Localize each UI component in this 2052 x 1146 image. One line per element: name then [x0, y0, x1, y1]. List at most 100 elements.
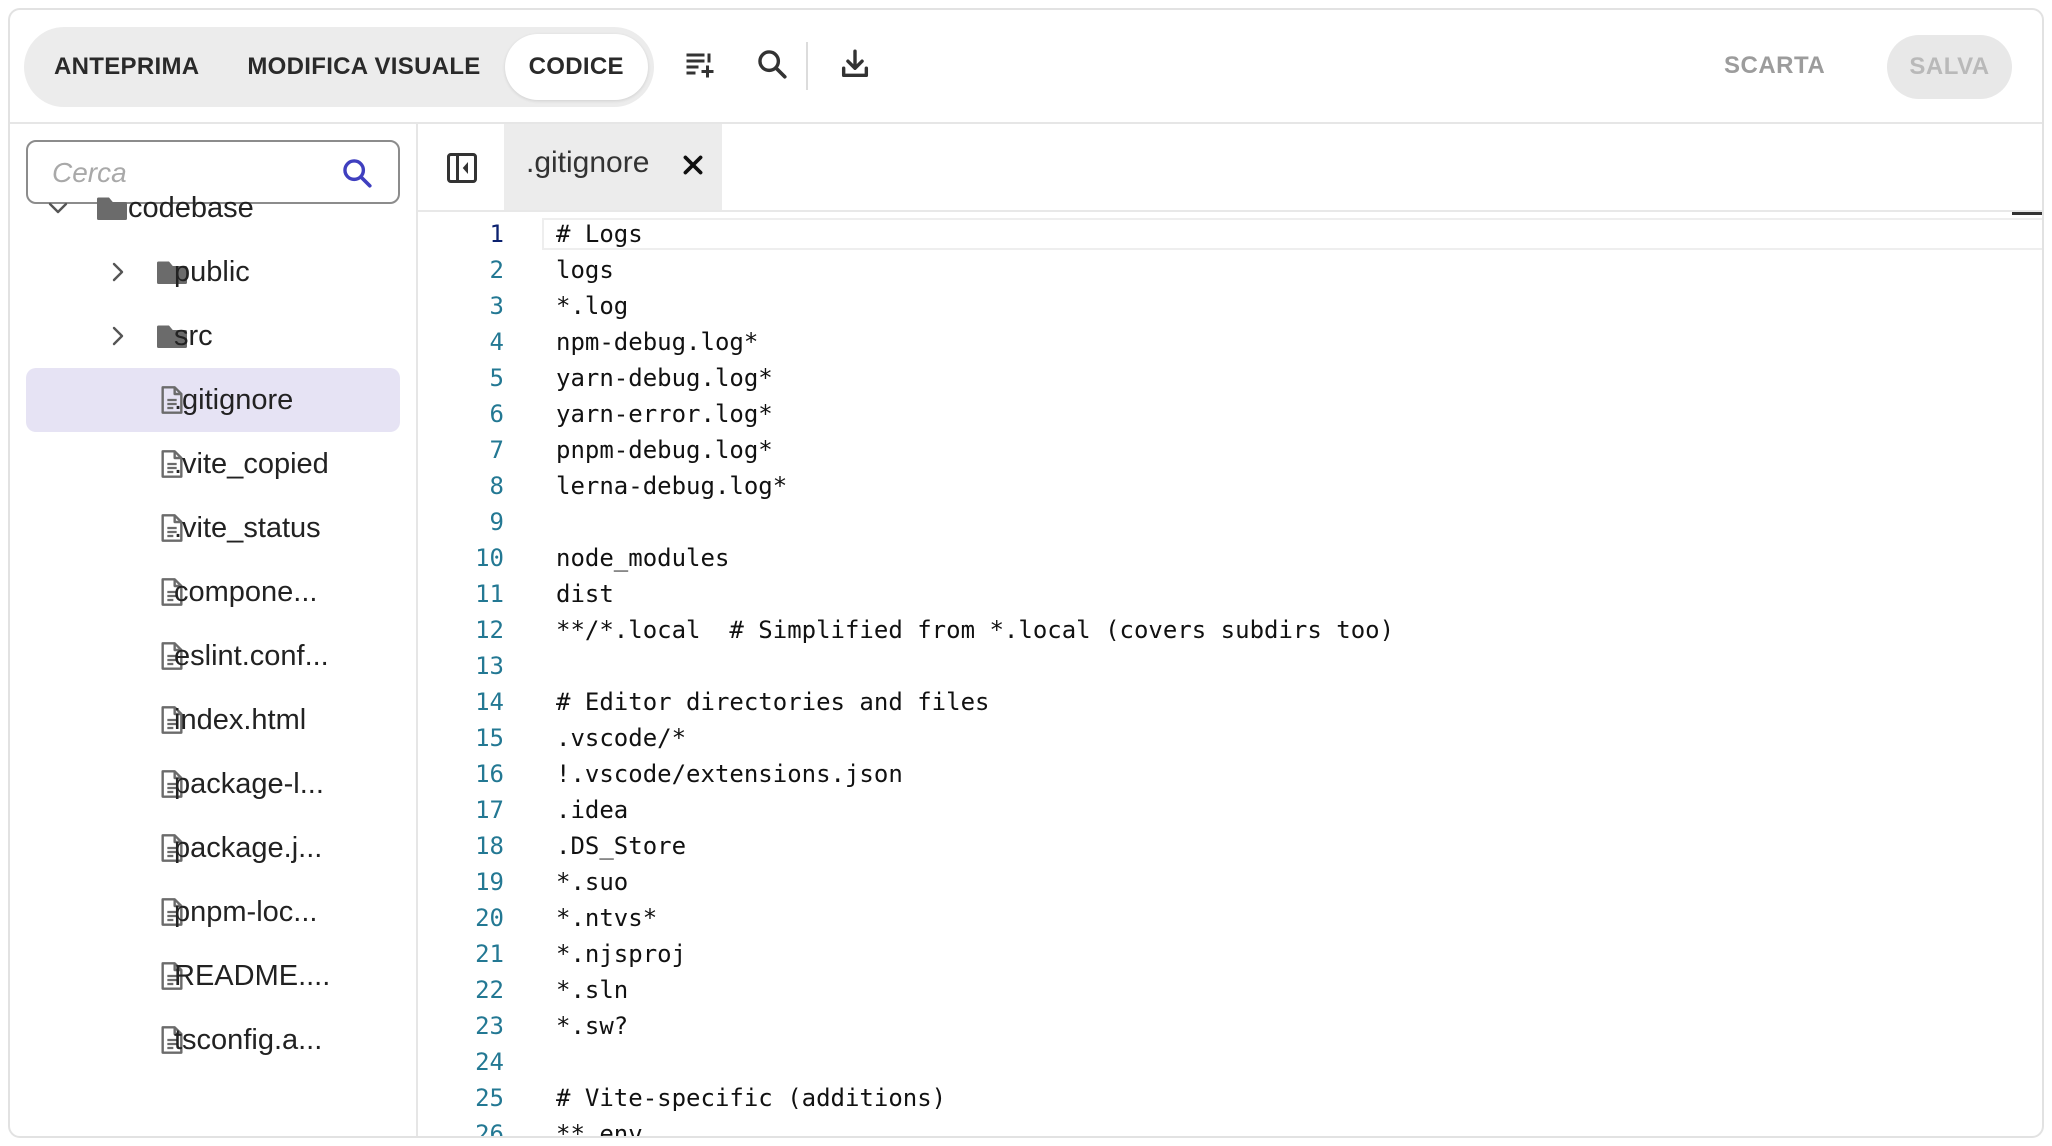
line-number: 5: [489, 364, 504, 392]
tab-visual-edit[interactable]: MODIFICA VISUALE: [223, 34, 504, 100]
line-number: 18: [475, 832, 504, 860]
save-button[interactable]: SALVA: [1887, 35, 2012, 99]
tree-folder[interactable]: codebase: [26, 176, 400, 240]
line-content: yarn-error.log*: [556, 400, 773, 428]
tree-folder[interactable]: public: [26, 240, 400, 304]
download-button[interactable]: [827, 36, 883, 92]
line-content: yarn-debug.log*: [556, 364, 773, 392]
line-content: *.ntvs*: [556, 904, 658, 932]
line-number: 24: [475, 1048, 504, 1076]
line-number: 23: [475, 1012, 504, 1040]
tree-file[interactable]: compone...: [26, 560, 400, 624]
view-mode-switcher: ANTEPRIMA MODIFICA VISUALE CODICE: [24, 27, 654, 107]
code-line: 3 *.log: [418, 288, 2018, 324]
line-content: # Editor directories and files: [556, 688, 990, 716]
tree-item-label: .gitignore: [174, 383, 294, 416]
code-editor: .gitignore 1 # Logs 2 logs 3 *.log 4 npm-debug.…: [418, 124, 2042, 1136]
line-number: 15: [475, 724, 504, 752]
code-line: 6 yarn-error.log*: [418, 396, 2018, 432]
code-line: 12 **/*.local # Simplified from *.local (…: [418, 612, 2018, 648]
code-line: 15 .vscode/*: [418, 720, 2018, 756]
line-number: 22: [475, 976, 504, 1004]
download-icon: [841, 49, 869, 78]
code-line: 5 yarn-debug.log*: [418, 360, 2018, 396]
line-content: *.log: [556, 292, 629, 320]
tree-file[interactable]: .gitignore: [26, 368, 400, 432]
tree-file[interactable]: package-l...: [26, 752, 400, 816]
tree-file[interactable]: eslint.conf...: [26, 624, 400, 688]
line-content: *.sln: [556, 976, 629, 1004]
code-line: 20 *.ntvs*: [418, 900, 2018, 936]
add-to-list-button[interactable]: [672, 36, 728, 92]
line-number: 12: [475, 616, 504, 644]
tree-file[interactable]: index.html: [26, 688, 400, 752]
app-window: ANTEPRIMA MODIFICA VISUALE CODICE SCARTA…: [8, 8, 2044, 1138]
tree-item-label: index.html: [174, 703, 307, 736]
tree-item-label: .vite_copied: [174, 447, 329, 480]
code-line: 18 .DS_Store: [418, 828, 2018, 864]
toolbar: ANTEPRIMA MODIFICA VISUALE CODICE SCARTA…: [10, 10, 2042, 124]
code-line: 8 lerna-debug.log*: [418, 468, 2018, 504]
tree-folder[interactable]: src: [26, 304, 400, 368]
code-line: 24: [418, 1044, 2018, 1080]
tree-item-label: tsconfig.a...: [174, 1023, 323, 1056]
tab-preview[interactable]: ANTEPRIMA: [30, 34, 223, 100]
add-to-list-icon: [686, 53, 714, 78]
line-number: 9: [489, 508, 504, 536]
tree-file[interactable]: package.j...: [26, 816, 400, 880]
tree-item-label: .vite_status: [174, 511, 321, 544]
line-content: pnpm-debug.log*: [556, 436, 773, 464]
code-line: 16 !.vscode/extensions.json: [418, 756, 2018, 792]
line-content: npm-debug.log*: [556, 328, 759, 356]
code-line: 22 *.sln: [418, 972, 2018, 1008]
tree-item-label: package-l...: [174, 767, 324, 800]
code-line: 26 **.env: [418, 1116, 2018, 1136]
tree-item-label: src: [174, 319, 213, 352]
line-content: logs: [556, 256, 614, 284]
line-number: 14: [475, 688, 504, 716]
code-line: 17 .idea: [418, 792, 2018, 828]
line-content: # Logs: [556, 220, 643, 248]
tab-code[interactable]: CODICE: [504, 34, 648, 100]
tree-item-label: README....: [174, 959, 331, 992]
tree-item-label: compone...: [174, 575, 318, 608]
line-content: # Vite-specific (additions): [556, 1084, 947, 1112]
line-content: node_modules: [556, 544, 730, 572]
tree-file[interactable]: .vite_status: [26, 496, 400, 560]
chevron-right-icon[interactable]: [106, 324, 130, 348]
line-content: **.env: [556, 1120, 643, 1136]
chevron-right-icon[interactable]: [106, 260, 130, 284]
line-number: 25: [475, 1084, 504, 1112]
line-number: 20: [475, 904, 504, 932]
close-icon[interactable]: [680, 152, 706, 178]
toolbar-divider: [806, 42, 808, 90]
tree-file[interactable]: README....: [26, 944, 400, 1008]
collapse-sidebar-icon[interactable]: [444, 150, 480, 186]
line-number: 8: [489, 472, 504, 500]
tree-file[interactable]: pnpm-loc...: [26, 880, 400, 944]
code-line: 25 # Vite-specific (additions): [418, 1080, 2018, 1116]
tree-file[interactable]: tsconfig.a...: [26, 1008, 400, 1072]
line-number: 19: [475, 868, 504, 896]
chevron-down-icon[interactable]: [46, 196, 70, 220]
line-content: dist: [556, 580, 614, 608]
code-area[interactable]: 1 # Logs 2 logs 3 *.log 4 npm-debug.log* 5 yarn-d…: [418, 212, 2042, 1136]
code-line: 14 # Editor directories and files: [418, 684, 2018, 720]
discard-button[interactable]: SCARTA: [1700, 36, 1849, 96]
file-explorer: codebase public src .gitignore .vite_copied.…: [10, 124, 418, 1136]
line-content: !.vscode/extensions.json: [556, 760, 903, 788]
line-content: *.sw?: [556, 1012, 629, 1040]
editor-tab[interactable]: .gitignore: [504, 124, 722, 210]
code-line: 7 pnpm-debug.log*: [418, 432, 2018, 468]
tree-file[interactable]: .vite_copied: [26, 432, 400, 496]
tree-item-label: public: [174, 255, 250, 288]
line-number: 6: [489, 400, 504, 428]
line-content: .vscode/*: [556, 724, 687, 752]
code-line: 13: [418, 648, 2018, 684]
search-button[interactable]: [744, 36, 800, 92]
line-content: *.njsproj: [556, 940, 687, 968]
line-content: .idea: [556, 796, 629, 824]
line-number: 3: [489, 292, 504, 320]
line-content: .DS_Store: [556, 832, 687, 860]
line-number: 2: [489, 256, 504, 284]
